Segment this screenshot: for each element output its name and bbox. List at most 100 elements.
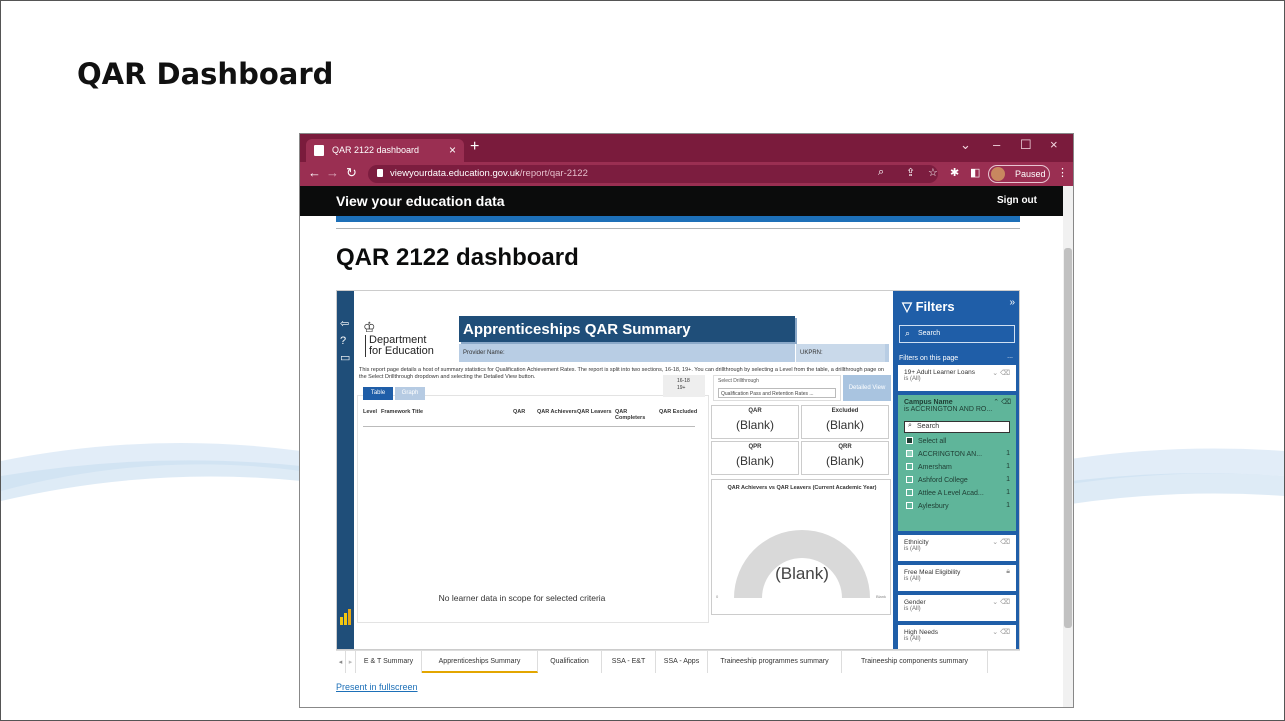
card-qpr: QPR (Blank) bbox=[711, 441, 799, 475]
back-icon[interactable]: ← bbox=[308, 165, 321, 180]
checkbox-icon[interactable] bbox=[906, 489, 913, 496]
side-panel-icon[interactable]: ◧ bbox=[970, 166, 980, 179]
browser-tab[interactable]: QAR 2122 dashboard × bbox=[306, 139, 464, 162]
back-arrow-icon[interactable]: ⇦ bbox=[340, 317, 349, 330]
page-title: QAR 2122 dashboard bbox=[336, 244, 579, 271]
campus-search-input[interactable]: ⌕ Search bbox=[904, 421, 1010, 433]
checkbox-icon[interactable] bbox=[906, 463, 913, 470]
campus-option[interactable]: ACCRINGTON AN... 1 bbox=[906, 450, 1010, 458]
search-icon: ⌕ bbox=[908, 422, 912, 429]
campus-option-count: 1 bbox=[1006, 450, 1010, 457]
filter-free-meal-eligibility[interactable]: Free Meal Eligibility is (All) 🔒︎ bbox=[898, 565, 1016, 591]
page-tab-qualification[interactable]: Qualification bbox=[538, 651, 602, 673]
prev-page-icon[interactable]: ◂ bbox=[336, 651, 346, 673]
filter-state: is (All) bbox=[904, 636, 921, 642]
checkbox-icon[interactable] bbox=[906, 437, 913, 444]
powerbi-logo-icon bbox=[340, 609, 351, 625]
page-tab-traineeship-programmes[interactable]: Traineeship programmes summary bbox=[708, 651, 842, 673]
dfe-logo: Department for Education bbox=[365, 335, 434, 357]
col-qar-excluded[interactable]: QAR Excluded bbox=[659, 409, 697, 415]
tab-table[interactable]: Table bbox=[363, 387, 393, 400]
site-title[interactable]: View your education data bbox=[336, 193, 505, 209]
expand-chevron-icon[interactable]: ⌄ ⌫ bbox=[992, 369, 1010, 377]
filter-gender[interactable]: Gender is (All) ⌄ ⌫ bbox=[898, 595, 1016, 621]
next-page-icon[interactable]: ▸ bbox=[346, 651, 356, 673]
filters-title-text: Filters bbox=[915, 299, 955, 314]
profile-status: Paused bbox=[1015, 169, 1046, 179]
expand-chevron-icon[interactable]: ⌄ ⌫ bbox=[992, 598, 1010, 606]
close-tab-icon[interactable]: × bbox=[449, 143, 456, 157]
campus-option[interactable]: Amersham 1 bbox=[906, 463, 1010, 471]
close-window-button[interactable]: × bbox=[1050, 137, 1058, 152]
campus-option[interactable]: Attlee A Level Acad... 1 bbox=[906, 489, 1010, 497]
campus-option-label: Select all bbox=[918, 438, 947, 445]
new-tab-button[interactable]: + bbox=[470, 138, 479, 156]
gauge-visual: QAR Achievers vs QAR Leavers (Current Ac… bbox=[711, 479, 891, 615]
age-option-16-18[interactable]: 16-18 bbox=[677, 378, 690, 384]
minimize-button[interactable]: – bbox=[993, 137, 1000, 152]
tab-bar: QAR 2122 dashboard × + ⌄ – ☐ × bbox=[300, 134, 1073, 162]
header-accent-bar bbox=[336, 216, 1020, 222]
present-fullscreen-link[interactable]: Present in fullscreen bbox=[336, 682, 418, 692]
age-option-19plus[interactable]: 19+ bbox=[677, 385, 685, 391]
more-options-icon[interactable]: ... bbox=[1007, 353, 1013, 360]
col-framework-title[interactable]: Framework Title bbox=[381, 409, 423, 415]
gauge-max-label: Blank bbox=[876, 594, 886, 599]
page-tab-traineeship-components[interactable]: Traineeship components summary bbox=[842, 651, 988, 673]
detailed-view-button[interactable]: Detailed View bbox=[843, 375, 891, 401]
browser-menu-icon[interactable]: ⋮ bbox=[1057, 166, 1068, 179]
scrollbar-thumb[interactable] bbox=[1064, 248, 1072, 628]
forward-icon[interactable]: → bbox=[326, 165, 339, 180]
filter-ethnicity[interactable]: Ethnicity is (All) ⌄ ⌫ bbox=[898, 535, 1016, 561]
url-field[interactable]: viewyourdata.education.gov.uk/report/qar… bbox=[368, 165, 938, 183]
page-tab-ssa-apps[interactable]: SSA - Apps bbox=[656, 651, 708, 673]
checkbox-icon[interactable] bbox=[906, 502, 913, 509]
campus-option-label: Attlee A Level Acad... bbox=[918, 490, 984, 497]
card-value: (Blank) bbox=[825, 454, 864, 468]
help-icon[interactable]: ? bbox=[340, 335, 346, 347]
card-label: QAR bbox=[748, 408, 762, 414]
page-tab-et-summary[interactable]: E & T Summary bbox=[356, 651, 422, 673]
filters-title: ▽ Filters bbox=[902, 299, 955, 315]
collapse-filters-icon[interactable]: » bbox=[1009, 297, 1015, 308]
page-icon bbox=[314, 145, 324, 156]
col-level[interactable]: Level bbox=[363, 409, 377, 415]
card-value: (Blank) bbox=[825, 418, 864, 432]
expand-chevron-icon[interactable]: ⌄ ⌫ bbox=[992, 628, 1010, 636]
col-qar[interactable]: QAR bbox=[513, 409, 525, 415]
page-tab-apprenticeships-summary[interactable]: Apprenticeships Summary bbox=[422, 651, 538, 673]
filter-campus-name[interactable]: Campus Name is ACCRINGTON AND RO... ⌃ ⌫ … bbox=[898, 395, 1016, 531]
campus-option-count: 1 bbox=[1006, 476, 1010, 483]
extensions-icon[interactable]: ✱ bbox=[950, 166, 959, 179]
campus-option[interactable]: Aylesbury 1 bbox=[906, 502, 1010, 510]
campus-option[interactable]: Ashford College 1 bbox=[906, 476, 1010, 484]
filters-search-input[interactable]: ⌕ Search bbox=[899, 325, 1015, 343]
maximize-button[interactable]: ☐ bbox=[1020, 137, 1032, 153]
sign-out-link[interactable]: Sign out bbox=[997, 195, 1037, 206]
campus-option-select-all[interactable]: Select all bbox=[906, 437, 1010, 445]
drillthrough-dropdown[interactable]: Qualification Pass and Retention Rates .… bbox=[718, 388, 836, 398]
reload-icon[interactable]: ↻ bbox=[346, 165, 357, 181]
url-path: /report/qar-2122 bbox=[519, 168, 588, 179]
web-page: View your education data Sign out QAR 21… bbox=[300, 186, 1065, 707]
filter-high-needs[interactable]: High Needs is (All) ⌄ ⌫ bbox=[898, 625, 1016, 649]
tab-search-icon[interactable]: ⌄ bbox=[960, 137, 971, 153]
bookmark-star-icon[interactable]: ☆ bbox=[928, 166, 938, 179]
no-data-message: No learner data in scope for selected cr… bbox=[438, 593, 606, 603]
checkbox-icon[interactable] bbox=[906, 476, 913, 483]
col-qar-achievers[interactable]: QAR Achievers bbox=[537, 409, 577, 415]
comment-icon[interactable]: ▭ bbox=[340, 351, 350, 364]
zoom-icon[interactable]: ⌕ bbox=[878, 166, 884, 179]
profile-button[interactable]: Paused bbox=[988, 165, 1050, 183]
filter-adult-loans[interactable]: 19+ Adult Learner Loans is (All) ⌄ ⌫ bbox=[898, 365, 1016, 391]
collapse-chevron-icon[interactable]: ⌃ ⌫ bbox=[993, 398, 1011, 406]
share-icon[interactable]: ⇪ bbox=[906, 166, 915, 179]
expand-chevron-icon[interactable]: ⌄ ⌫ bbox=[992, 538, 1010, 546]
card-value: (Blank) bbox=[735, 418, 774, 432]
page-tab-ssa-et[interactable]: SSA - E&T bbox=[602, 651, 656, 673]
col-qar-leavers[interactable]: QAR Leavers bbox=[577, 409, 612, 415]
col-qar-completers[interactable]: QAR Completers bbox=[615, 409, 645, 421]
page-scrollbar[interactable] bbox=[1063, 186, 1073, 707]
checkbox-icon[interactable] bbox=[906, 450, 913, 457]
tab-graph[interactable]: Graph bbox=[395, 387, 425, 400]
